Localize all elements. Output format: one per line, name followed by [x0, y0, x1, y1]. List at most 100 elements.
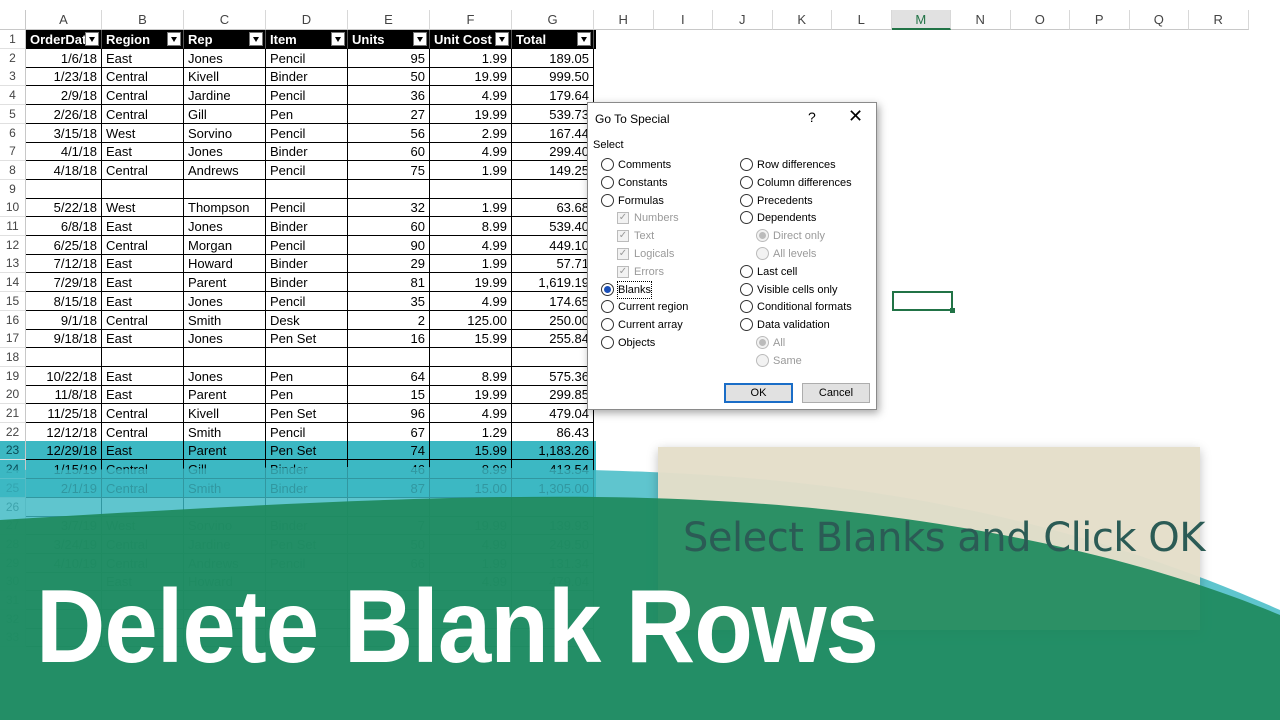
column-header-M[interactable]: M	[891, 10, 951, 30]
column-header-C[interactable]: C	[184, 10, 266, 30]
table-cell[interactable]	[102, 497, 184, 517]
table-cell[interactable]	[26, 347, 102, 367]
table-cell[interactable]: Jones	[184, 48, 266, 68]
filter-dropdown-icon[interactable]	[167, 32, 181, 46]
table-cell[interactable]: 12/29/18	[26, 441, 102, 461]
row-number[interactable]: 3	[0, 67, 26, 87]
table-cell[interactable]: 7/29/18	[26, 273, 102, 293]
table-cell[interactable]	[102, 347, 184, 367]
table-cell[interactable]: 7/12/18	[26, 254, 102, 274]
table-cell[interactable]: Binder	[266, 516, 348, 536]
table-cell[interactable]: Jardine	[184, 86, 266, 106]
table-cell[interactable]: Central	[102, 160, 184, 180]
table-cell[interactable]	[348, 347, 430, 367]
table-cell[interactable]: 4.99	[430, 404, 512, 423]
table-cell[interactable]: Pen	[266, 385, 348, 405]
table-cell[interactable]: 167.44	[512, 123, 594, 143]
table-cell[interactable]: 189.05	[512, 48, 594, 68]
table-header-cell[interactable]: OrderDate	[26, 30, 102, 49]
table-cell[interactable]: Binder	[266, 142, 348, 162]
table-cell[interactable]: Central	[102, 86, 184, 106]
table-cell[interactable]: 4.99	[430, 86, 512, 106]
table-cell[interactable]: Pencil	[266, 123, 348, 143]
table-cell[interactable]: 413.54	[512, 460, 594, 480]
row-number[interactable]: 6	[0, 123, 26, 143]
table-cell[interactable]: 2/26/18	[26, 104, 102, 124]
table-cell[interactable]: 8.99	[430, 217, 512, 236]
row-number[interactable]: 22	[0, 422, 26, 442]
table-cell[interactable]: West	[102, 123, 184, 143]
table-cell[interactable]: 125.00	[430, 310, 512, 330]
row-number[interactable]: 8	[0, 160, 26, 180]
row-number[interactable]: 23	[0, 441, 26, 461]
table-cell[interactable]: Kivell	[184, 404, 266, 423]
table-cell[interactable]: East	[102, 48, 184, 68]
table-cell[interactable]: 539.40	[512, 217, 594, 236]
table-cell[interactable]: Binder	[266, 460, 348, 480]
filter-dropdown-icon[interactable]	[85, 32, 99, 46]
table-cell[interactable]	[430, 347, 512, 367]
table-cell[interactable]	[26, 179, 102, 199]
table-cell[interactable]: Binder	[266, 67, 348, 87]
row-number[interactable]: 12	[0, 235, 26, 255]
row-number[interactable]: 33	[0, 628, 26, 648]
table-cell[interactable]: 5/22/18	[26, 198, 102, 218]
table-cell[interactable]: 15	[348, 385, 430, 405]
table-cell[interactable]: 1,183.26	[512, 441, 594, 461]
row-number[interactable]: 27	[0, 516, 26, 536]
column-header-J[interactable]: J	[713, 10, 773, 30]
table-cell[interactable]	[102, 179, 184, 199]
table-cell[interactable]: Jones	[184, 329, 266, 349]
table-cell[interactable]: 575.36	[512, 366, 594, 386]
table-cell[interactable]	[348, 497, 430, 517]
row-number[interactable]: 15	[0, 291, 26, 311]
table-cell[interactable]: 74	[348, 441, 430, 461]
row-number[interactable]: 24	[0, 460, 26, 480]
table-cell[interactable]: 299.40	[512, 142, 594, 162]
table-cell[interactable]: Howard	[184, 254, 266, 274]
table-cell[interactable]: 149.25	[512, 160, 594, 180]
table-cell[interactable]: 179.64	[512, 86, 594, 106]
table-cell[interactable]: 9/18/18	[26, 329, 102, 349]
row-number[interactable]: 13	[0, 254, 26, 274]
table-cell[interactable]: Jones	[184, 291, 266, 311]
table-cell[interactable]: Central	[102, 404, 184, 423]
row-number[interactable]: 14	[0, 273, 26, 293]
table-cell[interactable]: Parent	[184, 273, 266, 293]
row-number[interactable]: 20	[0, 385, 26, 405]
table-cell[interactable]: East	[102, 142, 184, 162]
ok-button[interactable]: OK	[724, 383, 793, 403]
table-cell[interactable]: Pencil	[266, 48, 348, 68]
table-cell[interactable]: Gill	[184, 460, 266, 480]
table-cell[interactable]: East	[102, 273, 184, 293]
table-cell[interactable]: 15.00	[430, 478, 512, 498]
table-cell[interactable]: Smith	[184, 478, 266, 498]
table-cell[interactable]: 1/23/18	[26, 67, 102, 87]
table-header-cell[interactable]: Units	[348, 30, 430, 49]
table-cell[interactable]: East	[102, 217, 184, 236]
table-cell[interactable]: 6/8/18	[26, 217, 102, 236]
row-number[interactable]: 10	[0, 198, 26, 218]
filter-dropdown-icon[interactable]	[495, 32, 509, 46]
table-cell[interactable]: 35	[348, 291, 430, 311]
table-cell[interactable]: 479.04	[512, 404, 594, 423]
table-cell[interactable]: Pencil	[266, 86, 348, 106]
table-header-cell[interactable]: Rep	[184, 30, 266, 49]
table-cell[interactable]: East	[102, 441, 184, 461]
cancel-button[interactable]: Cancel	[802, 383, 870, 403]
table-cell[interactable]: 8.99	[430, 366, 512, 386]
close-icon[interactable]: ✕	[848, 107, 863, 125]
column-header-D[interactable]: D	[266, 10, 348, 30]
table-cell[interactable]: 90	[348, 235, 430, 255]
table-cell[interactable]: 1.99	[430, 198, 512, 218]
table-cell[interactable]: 999.50	[512, 67, 594, 87]
table-cell[interactable]: Jones	[184, 366, 266, 386]
table-cell[interactable]: 19.99	[430, 104, 512, 124]
table-cell[interactable]: 96	[348, 404, 430, 423]
table-cell[interactable]	[512, 497, 594, 517]
column-header-N[interactable]: N	[951, 10, 1011, 30]
table-cell[interactable]: 67	[348, 422, 430, 442]
table-cell[interactable]: East	[102, 329, 184, 349]
table-cell[interactable]: 1.99	[430, 254, 512, 274]
table-cell[interactable]: West	[102, 516, 184, 536]
